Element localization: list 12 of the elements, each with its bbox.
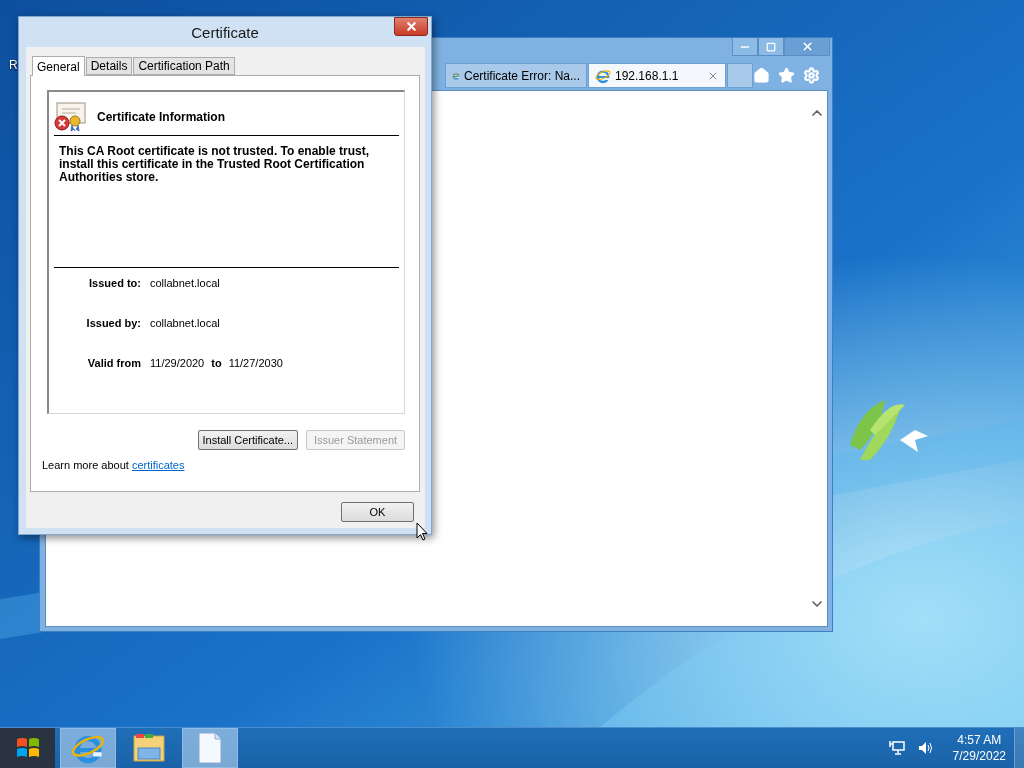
start-button[interactable] xyxy=(0,728,55,768)
clock-date: 7/29/2022 xyxy=(952,748,1006,764)
clock-time: 4:57 AM xyxy=(957,732,1002,748)
taskbar-app-button[interactable] xyxy=(182,728,238,768)
show-desktop-button[interactable] xyxy=(1014,728,1024,768)
taskbar-app-button[interactable] xyxy=(60,728,116,768)
network-icon[interactable] xyxy=(888,740,905,756)
clock[interactable]: 4:57 AM 7/29/2022 xyxy=(952,732,1006,764)
document-icon xyxy=(197,732,223,764)
windows-logo-icon xyxy=(14,736,41,760)
volume-icon[interactable] xyxy=(916,740,933,756)
folder-icon xyxy=(132,733,166,763)
